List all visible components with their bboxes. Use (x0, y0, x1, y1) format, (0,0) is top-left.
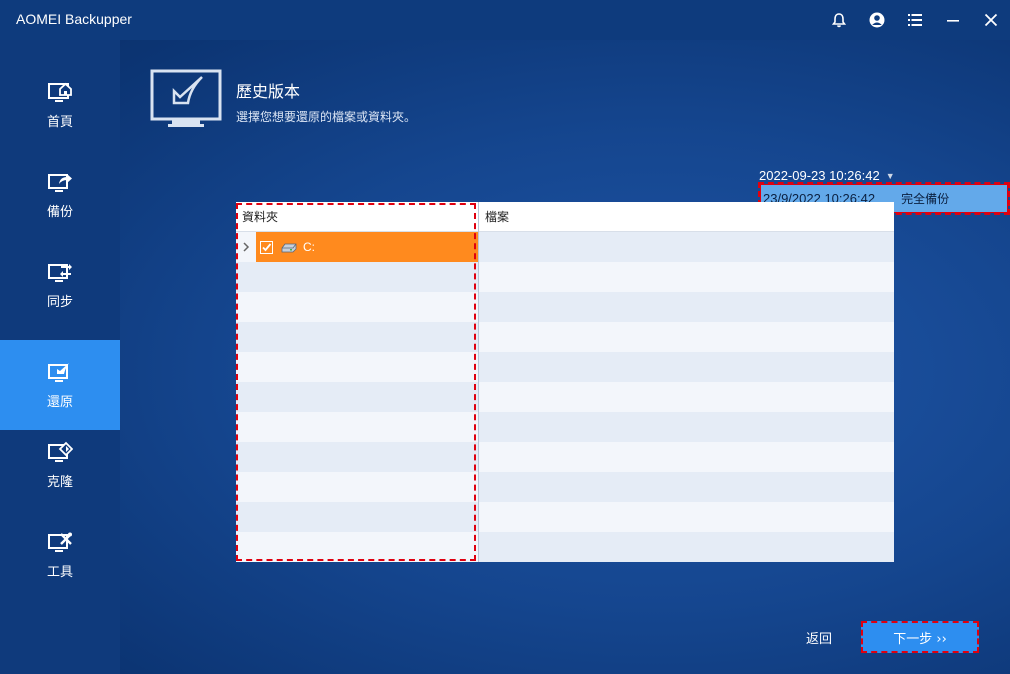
file-column-header: 檔案 (479, 202, 894, 232)
hard-drive-icon (281, 238, 297, 257)
folder-pane: 資料夾 C: (236, 202, 478, 562)
table-row (236, 412, 478, 442)
sidebar-item-home[interactable]: 首頁 (0, 60, 120, 150)
table-row (236, 472, 478, 502)
table-row (236, 292, 478, 322)
sidebar-item-restore[interactable]: 還原 (0, 340, 120, 430)
table-row (479, 532, 894, 562)
table-row (479, 472, 894, 502)
file-pane: 檔案 (478, 202, 894, 562)
history-version-icon (150, 69, 222, 133)
sidebar-item-label: 首頁 (46, 114, 73, 130)
clone-icon (48, 441, 73, 462)
table-row (479, 352, 894, 382)
table-row (236, 532, 478, 562)
sidebar: 首頁 備份 同步 還原 克隆 工具 (0, 40, 120, 674)
title-bar-controls (820, 0, 1010, 40)
table-row (236, 442, 478, 472)
version-select-value: 2022-09-23 10:26:42 (759, 168, 880, 183)
table-row (479, 292, 894, 322)
app-window: AOMEI Backupper 首頁 備份 同步 還原 克隆 工具 歷史版本 選… (0, 0, 1010, 674)
tools-icon (48, 532, 72, 552)
table-row (236, 322, 478, 352)
sidebar-item-backup[interactable]: 備份 (0, 150, 120, 240)
sidebar-item-label: 克隆 (46, 474, 73, 490)
table-row (479, 442, 894, 472)
sidebar-item-label: 工具 (46, 564, 73, 580)
page-subtitle: 選擇您想要還原的檔案或資料夾。 (236, 110, 417, 124)
sidebar-item-label: 還原 (46, 394, 73, 410)
sync-icon (48, 263, 72, 282)
table-row (479, 232, 894, 262)
sidebar-item-label: 備份 (46, 204, 73, 220)
file-browser: 資料夾 C: 檔案 (236, 202, 894, 562)
chevron-down-icon: ▼ (885, 170, 895, 181)
close-icon[interactable] (972, 0, 1010, 40)
page-title: 歷史版本 (236, 82, 301, 101)
version-option-type: 完全備份 (901, 192, 950, 206)
version-select[interactable]: 2022-09-23 10:26:42 ▼ (759, 168, 895, 183)
minimize-icon[interactable] (934, 0, 972, 40)
next-button[interactable]: 下一步 ›› (861, 621, 979, 653)
drive-label: C: (303, 240, 315, 254)
table-row (236, 262, 478, 292)
table-row (479, 322, 894, 352)
table-row (236, 382, 478, 412)
user-icon[interactable] (858, 0, 896, 40)
folder-column-header: 資料夾 (236, 202, 478, 232)
sidebar-item-label: 同步 (46, 294, 73, 310)
table-row (479, 412, 894, 442)
sidebar-item-clone[interactable]: 克隆 (0, 420, 120, 510)
bell-icon[interactable] (820, 0, 858, 40)
table-row (479, 262, 894, 292)
chevron-right-icon[interactable] (236, 232, 256, 262)
table-row (479, 382, 894, 412)
file-rows (479, 232, 894, 562)
table-row (479, 502, 894, 532)
home-icon (48, 82, 72, 102)
title-bar: AOMEI Backupper (0, 0, 1010, 40)
table-row (236, 502, 478, 532)
checkbox-checked[interactable] (260, 240, 273, 254)
backup-icon (48, 173, 72, 192)
restore-icon (48, 362, 69, 382)
back-button[interactable]: 返回 (806, 628, 832, 647)
app-title: AOMEI Backupper (16, 11, 132, 27)
sidebar-item-sync[interactable]: 同步 (0, 240, 120, 330)
folder-rows (236, 232, 478, 562)
table-row (236, 352, 478, 382)
menu-icon[interactable] (896, 0, 934, 40)
tree-item-selection[interactable]: C: (256, 232, 478, 262)
sidebar-item-tools[interactable]: 工具 (0, 510, 120, 600)
tree-item-c-drive[interactable]: C: (236, 232, 478, 262)
